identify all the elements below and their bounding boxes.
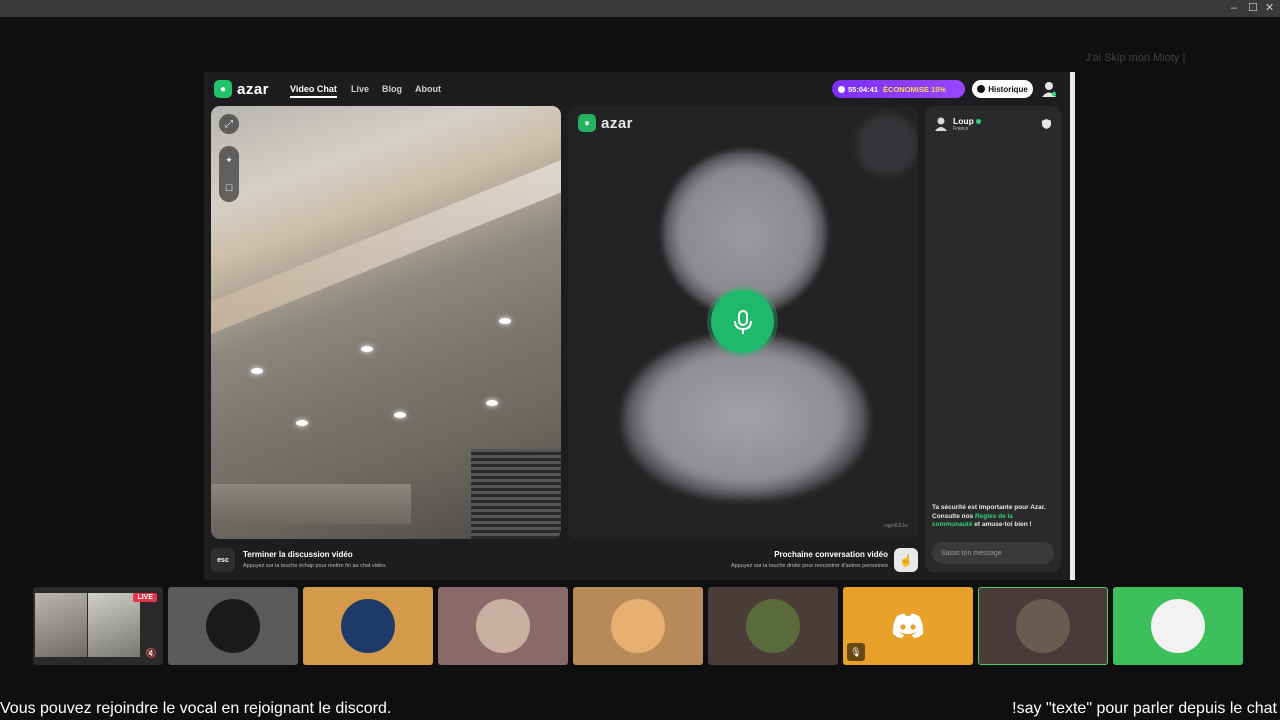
report-shield-icon[interactable] xyxy=(1042,119,1051,129)
clock-icon xyxy=(977,85,986,93)
close-button[interactable]: ✕ xyxy=(1265,1,1274,15)
stream-preview-right xyxy=(88,593,140,657)
ghost-overlay-text: J'ai Skip mon Mioty | xyxy=(1085,52,1186,64)
participant-tile[interactable] xyxy=(978,587,1108,665)
promo-timer-pill[interactable]: 55:04:41 ÉCONOMISE 15% xyxy=(832,80,965,98)
next-chat-title: Prochaine conversation vidéo xyxy=(774,550,888,559)
hand-pointer-icon: ☝ xyxy=(899,554,913,567)
participant-avatar xyxy=(341,599,395,653)
azar-app: ● azar Video Chat Live Blog About 55:04:… xyxy=(204,72,1075,580)
participant-tile[interactable]: 🎙 xyxy=(843,587,973,665)
filter-icon[interactable]: ☐ xyxy=(225,183,233,194)
safety-notice: Ta sécurité est importante pour Azar. Co… xyxy=(932,504,1046,528)
azar-logo-icon: ● xyxy=(578,114,596,132)
participant-tile[interactable] xyxy=(708,587,838,665)
profile-user-icon[interactable] xyxy=(1042,81,1056,97)
nav-video-chat[interactable]: Video Chat xyxy=(290,84,337,98)
participant-tiles: LIVE 🔇 🎙 xyxy=(33,587,1248,665)
azar-logo[interactable]: ● azar xyxy=(214,80,269,98)
timer-text: 55:04:41 xyxy=(848,84,879,94)
nav-blog[interactable]: Blog xyxy=(382,84,402,94)
chat-panel: Loup France Ta sécurité est importante p… xyxy=(925,106,1061,572)
partner-azar-logo: ● azar xyxy=(578,114,633,132)
effects-icon[interactable]: ✦ xyxy=(225,155,233,166)
participant-tile[interactable] xyxy=(168,587,298,665)
partner-profile[interactable]: Loup France xyxy=(935,116,981,132)
history-button[interactable]: Historique xyxy=(972,80,1033,98)
participant-avatar xyxy=(1016,599,1070,653)
participant-avatar xyxy=(611,599,665,653)
video-watermark: cqpo6JLkz xyxy=(884,523,908,529)
maximize-button[interactable]: ☐ xyxy=(1248,1,1258,15)
speaker-muted-icon[interactable]: 🔇 xyxy=(146,648,157,659)
self-video-feed: ⤢ ✦ ☐ xyxy=(211,106,561,539)
promo-text: ÉCONOMISE 15% xyxy=(883,84,946,94)
azar-logo-icon: ● xyxy=(214,80,232,98)
mic-off-icon: 🎙 xyxy=(847,643,865,661)
nav-live[interactable]: Live xyxy=(351,84,369,94)
participant-tile[interactable]: LIVE 🔇 xyxy=(33,587,163,665)
partner-video-feed: ● azar cqpo6JLkz xyxy=(568,106,918,539)
participant-tile[interactable] xyxy=(303,587,433,665)
minimize-button[interactable]: – xyxy=(1231,1,1237,15)
online-status-dot xyxy=(975,119,981,124)
partner-country: France xyxy=(953,126,969,132)
window-titlebar: – ☐ ✕ xyxy=(0,0,1280,17)
stream-preview-left xyxy=(35,593,87,657)
caption-right: !say "texte" pour parler depuis le chat xyxy=(1012,700,1277,717)
chat-message-input[interactable] xyxy=(932,542,1054,564)
participant-tile[interactable] xyxy=(573,587,703,665)
microphone-button[interactable] xyxy=(711,290,774,353)
blurred-body-shape xyxy=(623,334,868,499)
end-chat-esc-button[interactable]: esc xyxy=(211,548,235,572)
expand-icon[interactable]: ⤢ xyxy=(219,114,239,134)
participant-avatar xyxy=(206,599,260,653)
end-chat-title: Terminer la discussion vidéo xyxy=(243,550,353,559)
brand-logo-avatar xyxy=(1151,599,1205,653)
partner-name: Loup xyxy=(953,116,974,126)
nav-about[interactable]: About xyxy=(415,84,441,94)
timer-icon xyxy=(838,85,845,93)
participant-avatar xyxy=(476,599,530,653)
live-badge: LIVE xyxy=(133,593,157,602)
caption-left: Vous pouvez rejoindre le vocal en rejoig… xyxy=(0,700,392,717)
participant-avatar xyxy=(746,599,800,653)
end-chat-hint: Appuyez sur la touche échap pour mettre … xyxy=(243,563,387,569)
discord-icon xyxy=(892,613,924,638)
self-tools-stack: ✦ ☐ xyxy=(219,146,239,202)
bottom-controls: esc Terminer la discussion vidéo Appuyez… xyxy=(211,546,918,576)
next-chat-hint: Appuyez sur la touche droite pour rencon… xyxy=(731,563,888,569)
partner-avatar-icon xyxy=(935,117,947,131)
participant-tile[interactable] xyxy=(1113,587,1243,665)
participant-tile[interactable] xyxy=(438,587,568,665)
microphone-icon xyxy=(733,309,752,334)
next-chat-button[interactable]: ☝ xyxy=(894,548,918,572)
